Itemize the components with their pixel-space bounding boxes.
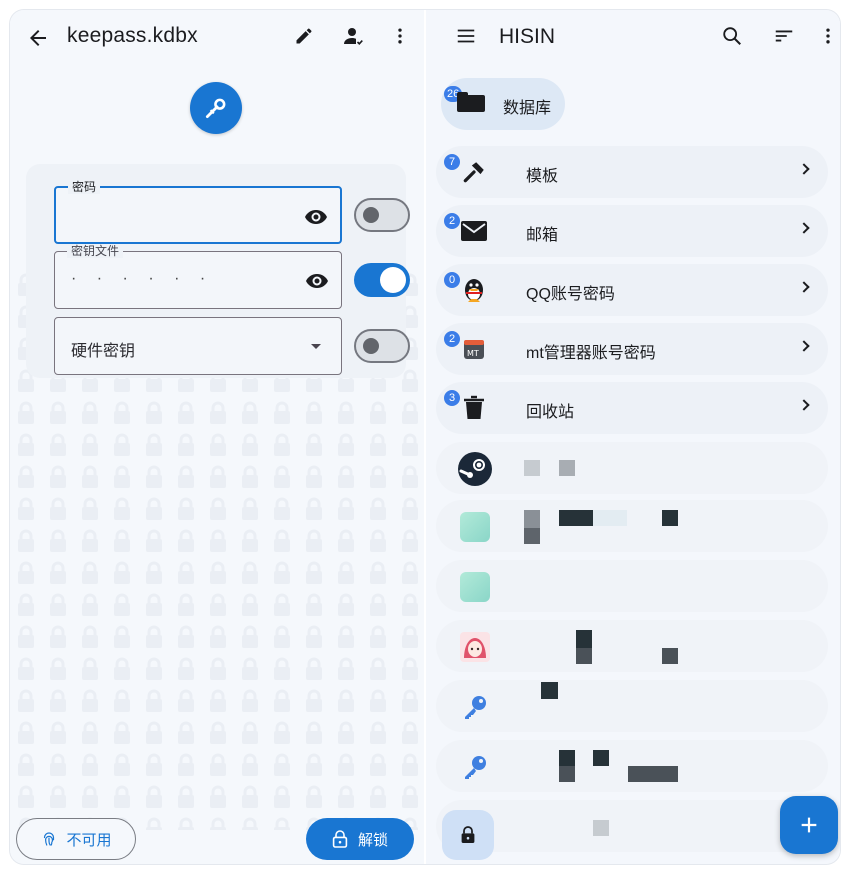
entry-row[interactable] [436,500,828,552]
group-row-templates[interactable]: 7 模板 [436,146,828,198]
trash-icon [458,392,490,424]
hardware-key-select[interactable]: 硬件密钥 [54,317,342,375]
teal-app-icon [458,510,492,544]
database-pane: HISIN 26 数据库 7 模板 2 邮箱 0 QQ账号密码 2 MT mt管… [426,10,840,864]
mt-manager-icon: MT [458,333,490,365]
redacted-block [524,528,540,544]
password-label: 密码 [68,180,101,194]
top-app-bar: keepass.kdbx [10,10,424,66]
redacted-block [524,510,540,528]
chevron-right-icon [798,399,810,411]
dropdown-arrow-icon [311,344,321,349]
redacted-block [524,460,540,476]
entry-row[interactable] [436,620,828,672]
qq-penguin-icon [458,274,490,306]
database-root-chip[interactable]: 26 数据库 [441,78,565,130]
database-file-title: keepass.kdbx [67,24,198,47]
eye-icon[interactable] [305,269,329,293]
unavailable-label: 不可用 [66,831,112,849]
folder-icon [457,92,485,112]
chevron-right-icon [798,340,810,352]
entry-row[interactable] [436,740,828,792]
unlock-button[interactable]: 解锁 [306,818,414,860]
database-name-title: HISIN [499,25,556,48]
redacted-block [576,648,592,664]
group-row-mt-manager[interactable]: 2 MT mt管理器账号密码 [436,323,828,375]
password-field[interactable]: 密码 [54,180,342,244]
redacted-block [628,766,678,782]
group-label: mt管理器账号密码 [526,345,656,362]
add-entry-button[interactable] [780,796,838,854]
keyfile-field[interactable]: 密钥文件 · · · · · · [54,244,342,309]
add-icon [801,817,817,833]
entry-row[interactable] [436,800,828,852]
search-icon[interactable] [712,16,752,56]
sort-icon[interactable] [764,16,804,56]
back-arrow-icon[interactable] [18,18,58,58]
teal-app-icon-shape [460,512,490,542]
redacted-block [559,510,593,526]
chevron-right-icon [798,281,810,293]
toggle-knob [363,338,379,354]
entry-row[interactable] [436,442,828,494]
app-frame: keepass.kdbx 密码 密钥文件 · · · · · · 硬件密钥 不可… [10,10,840,864]
redacted-block [593,510,627,526]
keyfile-label: 密钥文件 [67,244,124,258]
key-icon [458,750,492,784]
credentials-card: 密码 密钥文件 · · · · · · 硬件密钥 [26,164,410,378]
group-label: 模板 [526,168,559,185]
eye-icon[interactable] [304,205,328,229]
group-row-recycle-bin[interactable]: 3 回收站 [436,382,828,434]
keyfile-value: · · · · · · [71,270,214,287]
more-vert-icon[interactable] [380,16,420,56]
anime-avatar-icon [458,630,492,664]
svg-text:MT: MT [467,349,479,358]
lock-icon [461,826,475,843]
group-row-email[interactable]: 2 邮箱 [436,205,828,257]
teal-app-icon [458,570,492,604]
group-row-qq[interactable]: 0 QQ账号密码 [436,264,828,316]
steam-icon [458,452,492,486]
person-check-icon[interactable] [334,16,374,56]
key-pencil-icon [190,82,242,134]
hammer-icon [458,156,490,188]
database-root-label: 数据库 [503,100,552,117]
envelope-icon [458,215,490,247]
unlock-label: 解锁 [357,831,388,849]
lock-icon [332,830,348,848]
entry-row[interactable] [436,560,828,612]
redacted-block [541,682,558,699]
menu-icon[interactable] [446,16,486,56]
group-label: QQ账号密码 [526,286,615,303]
group-label: 邮箱 [526,227,559,244]
hardware-key-label: 硬件密钥 [71,343,136,360]
edit-pencil-icon[interactable] [284,16,324,56]
redacted-block [559,460,575,476]
entry-row[interactable] [436,680,828,732]
teal-app-icon-shape [460,572,490,602]
redacted-block [559,750,575,766]
redacted-block [593,750,609,766]
toggle-knob [363,207,379,223]
redacted-block [576,630,592,648]
more-vert-icon[interactable] [808,16,840,56]
redacted-block [662,648,678,664]
group-label: 回收站 [526,404,575,421]
toggle-knob [380,267,406,293]
redacted-block [593,820,609,836]
fingerprint-icon [44,832,55,846]
redacted-block [559,766,575,782]
biometric-unavailable-button[interactable]: 不可用 [16,818,136,860]
redacted-block [662,510,678,526]
hardware-key-toggle[interactable] [354,329,410,363]
keyfile-toggle[interactable] [354,263,410,297]
password-toggle[interactable] [354,198,410,232]
key-icon [458,690,492,724]
lock-database-button[interactable] [442,810,494,860]
chevron-right-icon [798,163,810,175]
unlock-pane: keepass.kdbx 密码 密钥文件 · · · · · · 硬件密钥 不可… [10,10,424,864]
chevron-right-icon [798,222,810,234]
